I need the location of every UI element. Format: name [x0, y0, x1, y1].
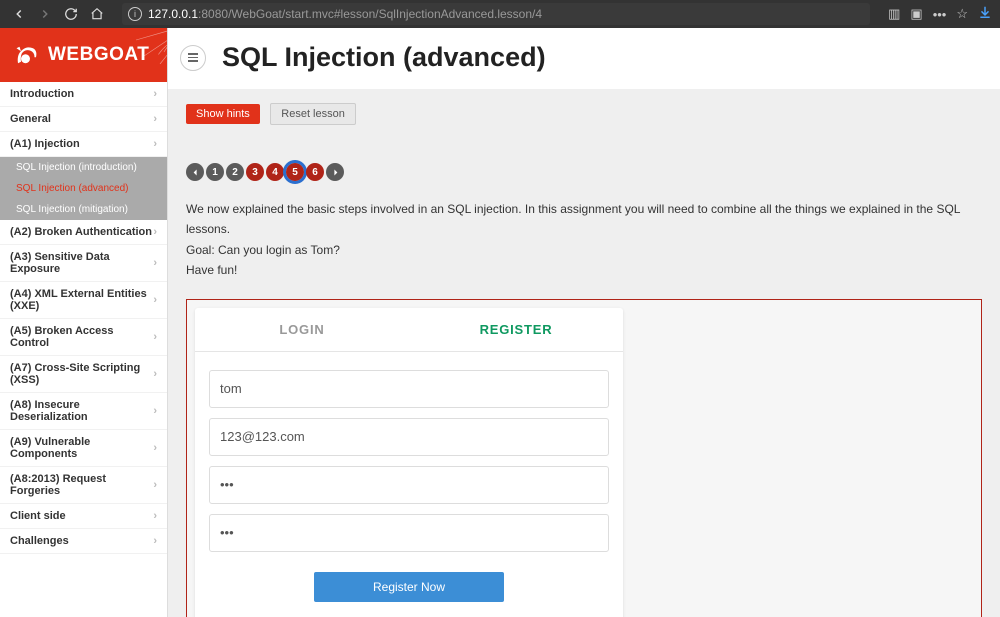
confirm-password-field[interactable]: [209, 514, 609, 552]
sidebar-item[interactable]: (A8:2013) Request Forgeries›: [0, 467, 167, 504]
chevron-right-icon: ›: [153, 257, 157, 269]
sidebar-item-label: (A8) Insecure Deserialization: [10, 399, 153, 423]
lesson-description: We now explained the basic steps involve…: [168, 191, 1000, 289]
web-decoration: [125, 28, 168, 64]
show-hints-button[interactable]: Show hints: [186, 104, 260, 124]
chevron-right-icon: ›: [153, 405, 157, 417]
page-header: SQL Injection (advanced): [168, 28, 1000, 83]
sidebar-item-label: General: [10, 113, 51, 125]
sidebar-item-label: (A2) Broken Authentication: [10, 226, 152, 238]
chevron-right-icon: ›: [153, 510, 157, 522]
chevron-right-icon: ›: [153, 442, 157, 454]
sidebar-item[interactable]: (A3) Sensitive Data Exposure›: [0, 245, 167, 282]
attack-container: LOGIN REGISTER Register Now User tom alr…: [186, 299, 982, 617]
goat-icon: [12, 42, 42, 68]
lesson-pagination: 123456: [168, 125, 1000, 191]
chevron-right-icon: ›: [153, 226, 157, 238]
lesson-content: Show hints Reset lesson 123456 We now ex…: [168, 89, 1000, 617]
register-button[interactable]: Register Now: [314, 572, 504, 602]
url-host: 127.0.0.1: [148, 7, 198, 21]
sidebar-item[interactable]: General ›: [0, 107, 167, 132]
step-1[interactable]: 1: [206, 163, 224, 181]
sidebar-item-label: (A3) Sensitive Data Exposure: [10, 251, 153, 275]
auth-card: LOGIN REGISTER Register Now: [195, 308, 623, 617]
chevron-right-icon: ›: [153, 535, 157, 547]
sidebar-item[interactable]: Challenges ›: [0, 529, 167, 554]
sidebar-item-label: Introduction: [10, 88, 74, 100]
sidebar-item-label: (A9) Vulnerable Components: [10, 436, 153, 460]
sidebar-item[interactable]: Introduction ›: [0, 82, 167, 107]
step-next[interactable]: [326, 163, 344, 181]
step-prev[interactable]: [186, 163, 204, 181]
password-field[interactable]: [209, 466, 609, 504]
username-field[interactable]: [209, 370, 609, 408]
sidebar-item-label: (A4) XML External Entities (XXE): [10, 288, 153, 312]
menu-toggle[interactable]: [180, 45, 206, 71]
home-button[interactable]: [86, 3, 108, 25]
auth-tabs: LOGIN REGISTER: [195, 308, 623, 352]
pocket-icon[interactable]: ▣: [910, 6, 922, 22]
back-button[interactable]: [8, 3, 30, 25]
chevron-right-icon: ›: [153, 138, 157, 150]
sidebar-item-label: (A5) Broken Access Control: [10, 325, 153, 349]
bookmark-icon[interactable]: ☆: [956, 6, 968, 22]
browser-toolbar: i 127.0.0.1 :8080/WebGoat/start.mvc#less…: [0, 0, 1000, 28]
sidebar-item-label: (A7) Cross-Site Scripting (XSS): [10, 362, 153, 386]
email-field[interactable]: [209, 418, 609, 456]
reload-button[interactable]: [60, 3, 82, 25]
sidebar: WEBGOAT Introduction›General›(A1) Inject…: [0, 28, 168, 617]
reader-icon[interactable]: ▥: [888, 6, 900, 22]
sidebar-item-label: (A1) Injection: [10, 138, 80, 150]
step-3[interactable]: 3: [246, 163, 264, 181]
chevron-right-icon: ›: [153, 368, 157, 380]
site-info-icon[interactable]: i: [128, 7, 142, 21]
page-title: SQL Injection (advanced): [222, 42, 546, 73]
sidebar-subitem[interactable]: SQL Injection (introduction): [0, 157, 167, 178]
step-4[interactable]: 4: [266, 163, 284, 181]
step-5[interactable]: 5: [286, 163, 304, 181]
sidebar-subitem[interactable]: SQL Injection (advanced): [0, 178, 167, 199]
chevron-right-icon: ›: [153, 294, 157, 306]
chevron-right-icon: ›: [153, 331, 157, 343]
toolbar-right: ▥ ▣ ••• ☆: [888, 6, 968, 22]
brand-logo[interactable]: WEBGOAT: [0, 28, 167, 82]
step-6[interactable]: 6: [306, 163, 324, 181]
sidebar-item-label: (A8:2013) Request Forgeries: [10, 473, 153, 497]
tab-login[interactable]: LOGIN: [195, 308, 409, 351]
chevron-right-icon: ›: [153, 113, 157, 125]
forward-button[interactable]: [34, 3, 56, 25]
sidebar-item-label: Challenges: [10, 535, 69, 547]
sidebar-item[interactable]: (A1) Injection ›: [0, 132, 167, 157]
sidebar-item[interactable]: (A5) Broken Access Control›: [0, 319, 167, 356]
chevron-right-icon: ›: [153, 479, 157, 491]
more-icon[interactable]: •••: [933, 7, 947, 22]
sidebar-subitem[interactable]: SQL Injection (mitigation): [0, 199, 167, 220]
step-2[interactable]: 2: [226, 163, 244, 181]
sidebar-menu: Introduction › General › (A1) Injection › SQL …: [0, 82, 167, 554]
desc-line-1: We now explained the basic steps involve…: [186, 199, 982, 240]
main-content: SQL Injection (advanced) Show hints Rese…: [168, 28, 1000, 617]
sidebar-item-label: Client side: [10, 510, 66, 522]
reset-lesson-button[interactable]: Reset lesson: [270, 103, 356, 125]
url-path: :8080/WebGoat/start.mvc#lesson/SqlInject…: [198, 7, 542, 21]
sidebar-item[interactable]: (A8) Insecure Deserialization›: [0, 393, 167, 430]
chevron-right-icon: ›: [153, 88, 157, 100]
desc-line-3: Have fun!: [186, 260, 982, 280]
desc-line-2: Goal: Can you login as Tom?: [186, 240, 982, 260]
sidebar-item[interactable]: (A9) Vulnerable Components›: [0, 430, 167, 467]
tab-register[interactable]: REGISTER: [409, 308, 623, 351]
sidebar-item[interactable]: (A4) XML External Entities (XXE)›: [0, 282, 167, 319]
sidebar-item[interactable]: (A7) Cross-Site Scripting (XSS)›: [0, 356, 167, 393]
url-bar[interactable]: i 127.0.0.1 :8080/WebGoat/start.mvc#less…: [122, 3, 870, 25]
download-icon[interactable]: [978, 5, 992, 23]
sidebar-item[interactable]: Client side ›: [0, 504, 167, 529]
sidebar-item[interactable]: (A2) Broken Authentication›: [0, 220, 167, 245]
